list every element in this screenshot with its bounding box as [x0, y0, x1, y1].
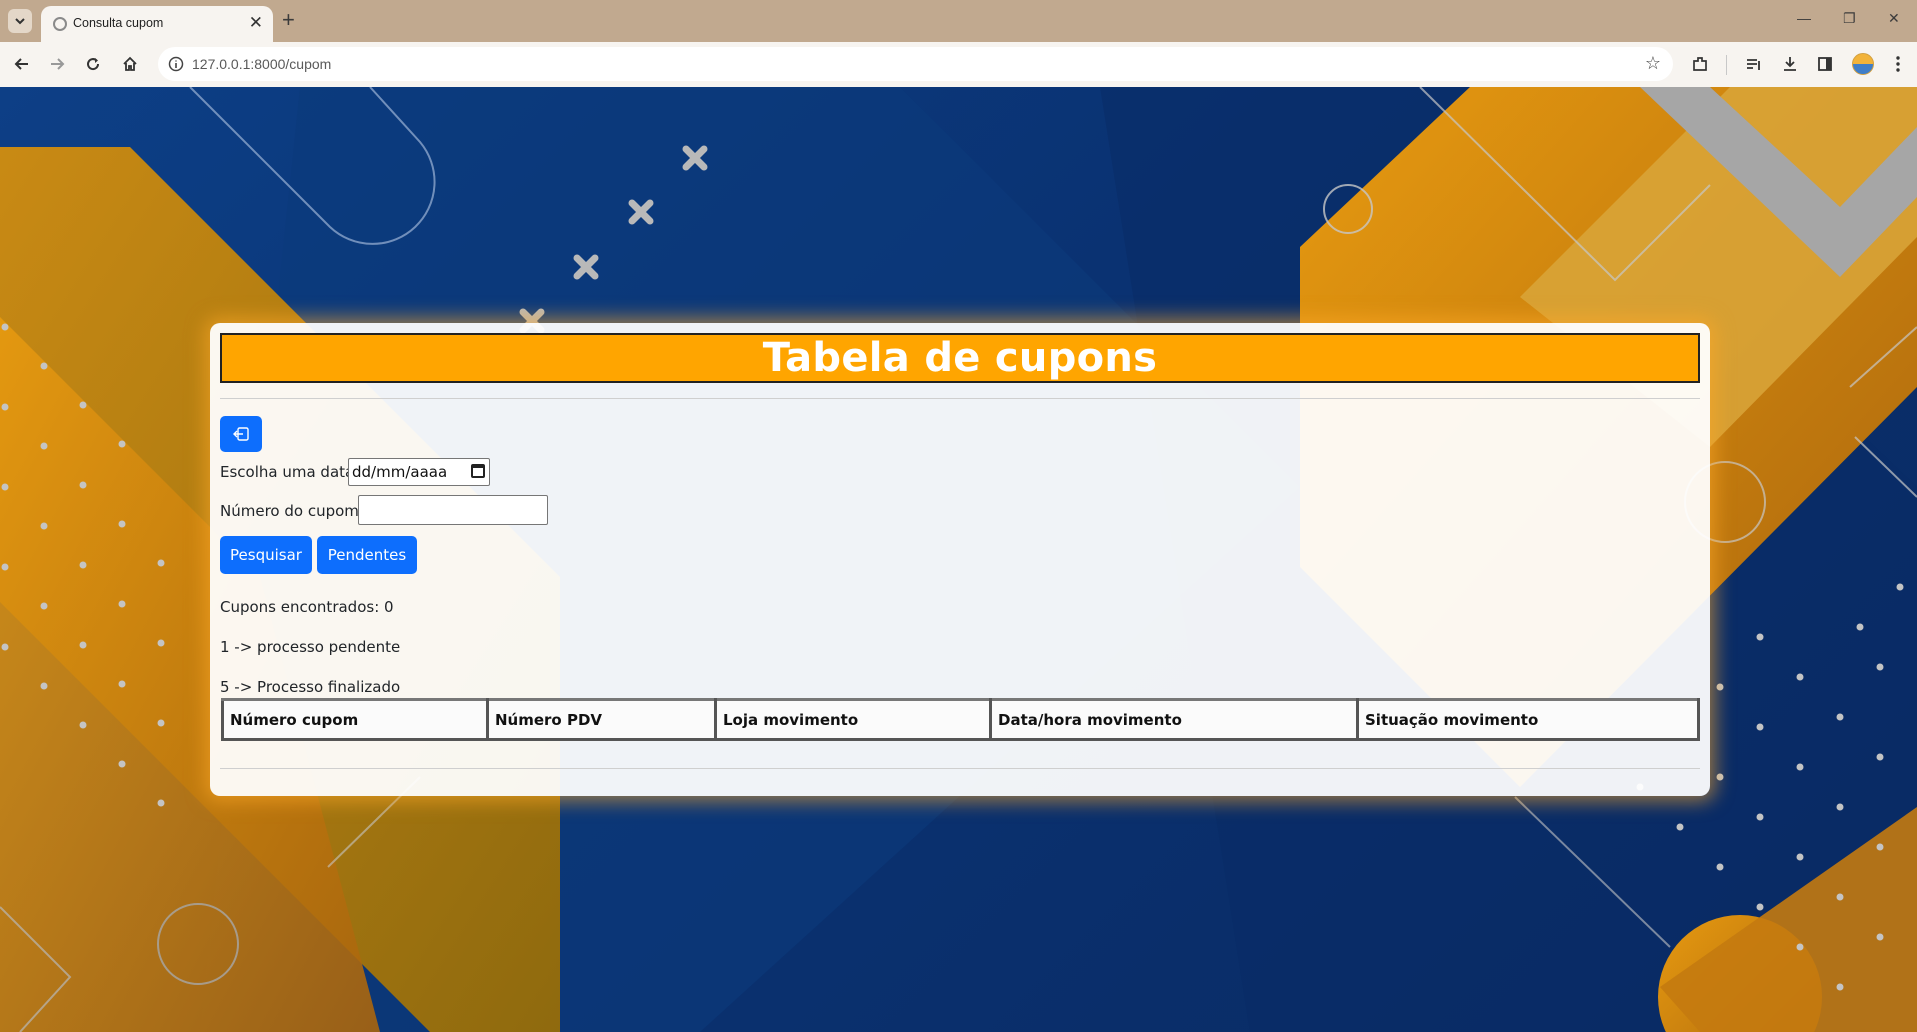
column-header-coupon-number: Número cupom: [221, 698, 489, 741]
calendar-icon[interactable]: [471, 464, 485, 478]
date-label: Escolha uma data: [220, 463, 355, 481]
coupon-panel: Tabela de cupons Escolha uma data dd/mm/…: [210, 323, 1710, 796]
box-arrow-left-icon: [233, 427, 249, 441]
site-info-icon[interactable]: [168, 56, 184, 72]
tab-title: Consulta cupom: [73, 16, 164, 30]
reading-list-icon[interactable]: [1742, 52, 1766, 76]
legend-finished-text: 5 -> Processo finalizado: [220, 678, 401, 696]
bookmark-star-icon[interactable]: ☆: [1645, 53, 1661, 74]
tab-search-button[interactable]: [8, 9, 32, 33]
side-panel-icon[interactable]: [1813, 52, 1837, 76]
pending-button[interactable]: Pendentes: [317, 536, 417, 574]
page-title: Tabela de cupons: [762, 335, 1158, 381]
search-button[interactable]: Pesquisar: [220, 536, 312, 574]
browser-tab-strip: Consulta cupom ✕ + — ❐ ✕: [0, 0, 1917, 42]
download-icon[interactable]: [1778, 52, 1802, 76]
globe-icon: [53, 17, 67, 31]
divider-bottom: [220, 768, 1700, 769]
url-text[interactable]: 127.0.0.1:8000/cupom: [192, 56, 331, 72]
column-header-store: Loja movimento: [714, 698, 992, 741]
profile-avatar[interactable]: [1852, 53, 1874, 75]
column-header-pdv-number: Número PDV: [486, 698, 717, 741]
home-icon[interactable]: [118, 52, 142, 76]
browser-tab[interactable]: Consulta cupom ✕: [41, 6, 273, 42]
table-header-row: Número cupom Número PDV Loja movimento D…: [221, 698, 1700, 741]
toolbar-divider: [1726, 55, 1727, 75]
coupon-number-label: Número do cupom: [220, 502, 359, 520]
forward-arrow-icon[interactable]: [45, 52, 69, 76]
minimize-icon[interactable]: —: [1797, 10, 1811, 26]
reload-icon[interactable]: [81, 52, 105, 76]
page-viewport: Tabela de cupons Escolha uma data dd/mm/…: [0, 87, 1917, 1032]
date-placeholder: dd/mm/aaaa: [352, 463, 448, 481]
title-banner: Tabela de cupons: [220, 333, 1700, 383]
date-input[interactable]: dd/mm/aaaa: [348, 458, 490, 486]
found-count-text: Cupons encontrados: 0: [220, 598, 394, 616]
legend-pending-text: 1 -> processo pendente: [220, 638, 401, 656]
more-menu-icon[interactable]: [1886, 52, 1910, 76]
coupon-number-input[interactable]: [358, 495, 548, 525]
browser-toolbar: 127.0.0.1:8000/cupom ☆: [0, 42, 1917, 87]
coupon-table: Número cupom Número PDV Loja movimento D…: [221, 698, 1700, 741]
divider-top: [220, 398, 1700, 399]
close-tab-icon[interactable]: ✕: [249, 13, 263, 33]
back-arrow-icon[interactable]: [10, 52, 34, 76]
address-bar[interactable]: 127.0.0.1:8000/cupom ☆: [158, 47, 1673, 81]
back-button[interactable]: [220, 416, 262, 452]
column-header-datetime: Data/hora movimento: [989, 698, 1359, 741]
close-window-icon[interactable]: ✕: [1888, 10, 1900, 27]
new-tab-button[interactable]: +: [282, 8, 295, 32]
chevron-down-icon: [15, 18, 25, 25]
column-header-status: Situação movimento: [1356, 698, 1700, 741]
extensions-icon[interactable]: [1688, 52, 1712, 76]
restore-icon[interactable]: ❐: [1843, 10, 1856, 27]
